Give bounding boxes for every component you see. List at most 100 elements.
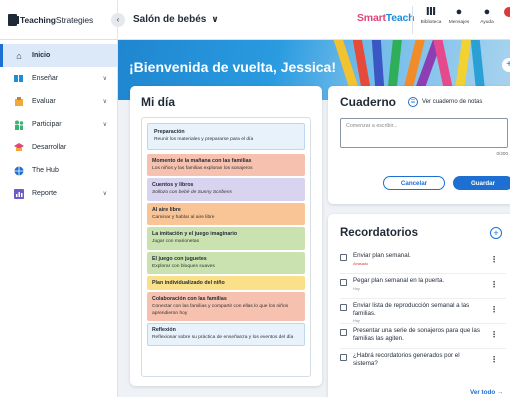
home-icon: ⌂ bbox=[16, 50, 22, 61]
add-reminder-icon[interactable]: + bbox=[490, 227, 502, 239]
my-day-title: Mi día bbox=[141, 95, 176, 109]
sidebar: ⌂ Inicio Enseñar ∨ Evaluar ∨ Participar … bbox=[0, 40, 118, 397]
library-button[interactable]: Ⅲ Biblioteca bbox=[416, 6, 446, 25]
see-all-link[interactable]: Ver todo → bbox=[470, 389, 503, 396]
messages-button[interactable]: ● Mensajes bbox=[444, 6, 474, 25]
reminder-item: Pegar plan semanal en la puerta. Hoy ⋮ bbox=[340, 274, 506, 299]
slot-description: Los niños y las familias exploran los so… bbox=[152, 165, 253, 171]
schedule-slot[interactable]: La imitación y el juego imaginario Jugar … bbox=[147, 227, 305, 250]
schedule-slot[interactable]: Plan individualizado del niño bbox=[147, 276, 305, 290]
schedule-slot[interactable]: Preparación Reunir los materiales y prepa… bbox=[147, 123, 305, 150]
view-notebook-label: Ver cuaderno de notas bbox=[422, 99, 483, 105]
slot-description: Sollozo con bebé de Sunny Scribens bbox=[152, 190, 232, 195]
reminder-item: Presentar una serie de sonajeros para qu… bbox=[340, 324, 506, 349]
sidebar-item-reporte[interactable]: Reporte ∨ bbox=[0, 182, 117, 205]
reminder-checkbox[interactable] bbox=[340, 254, 347, 261]
help-label: Ayuda bbox=[480, 20, 494, 25]
divider bbox=[412, 6, 413, 34]
schedule-slot[interactable]: Al aire libre Caminar y hablar al aire li… bbox=[147, 202, 305, 225]
help-button[interactable]: ● Ayuda bbox=[472, 6, 502, 25]
slot-description: Reunir los materiales y prepararse para … bbox=[154, 137, 254, 142]
room-name: Salón de bebés bbox=[133, 14, 207, 25]
library-label: Biblioteca bbox=[420, 20, 442, 25]
schedule-slot[interactable]: Reflexión Reflexionar sobre su práctica d… bbox=[147, 323, 305, 346]
my-day-card: Mi día Preparación Reunir los materiales … bbox=[130, 86, 322, 386]
reminder-due-label: Hoy bbox=[353, 286, 360, 291]
add-widget-icon[interactable]: + bbox=[502, 58, 510, 72]
sidebar-item-label: The Hub bbox=[32, 167, 59, 174]
notebook-card: Cuaderno ☰ Ver cuaderno de notas Comenza… bbox=[328, 86, 510, 204]
more-options-icon[interactable]: ⋮ bbox=[490, 280, 498, 289]
schedule-slot[interactable]: Colaboración con las familias Conectar co… bbox=[147, 292, 305, 321]
reminders-list: Enviar plan semanal. Atrasado ⋮ Pegar plan … bbox=[340, 249, 506, 374]
user-avatar[interactable] bbox=[504, 7, 510, 17]
develop-icon bbox=[14, 142, 24, 153]
globe-icon bbox=[14, 166, 24, 176]
chevron-down-icon: ∨ bbox=[102, 191, 107, 197]
sidebar-item-the-hub[interactable]: The Hub bbox=[0, 159, 117, 182]
notebook-title: Cuaderno bbox=[340, 95, 397, 109]
view-notebook-link[interactable]: ☰ Ver cuaderno de notas bbox=[408, 97, 482, 107]
reminder-due-label: Atrasado bbox=[353, 261, 369, 266]
top-bar: TeachingStrategies ‹ Salón de bebés ∨ Sm… bbox=[0, 0, 510, 40]
reminder-checkbox[interactable] bbox=[340, 354, 347, 361]
sidebar-item-label: Evaluar bbox=[32, 98, 56, 105]
note-input[interactable]: Comenzar a escribir... bbox=[340, 118, 508, 148]
reminder-checkbox[interactable] bbox=[340, 279, 347, 286]
sidebar-item-participar[interactable]: Participar ∨ bbox=[0, 113, 117, 136]
slot-title: La imitación y el juego imaginario bbox=[152, 231, 238, 237]
reminder-checkbox[interactable] bbox=[340, 329, 347, 336]
reminder-text-block: Presentar una serie de sonajeros para qu… bbox=[353, 327, 481, 342]
reminder-item: Enviar lista de reproducción semanal a l… bbox=[340, 299, 506, 324]
reminder-checkbox[interactable] bbox=[340, 304, 347, 311]
teaching-strategies-logo[interactable]: TeachingStrategies bbox=[0, 0, 118, 40]
chevron-down-icon: ∨ bbox=[102, 122, 107, 128]
chevron-down-icon: ∨ bbox=[211, 14, 219, 24]
reminder-text-block: ¿Habrá recordatorios generados por el si… bbox=[353, 352, 481, 367]
reminder-text: Enviar lista de reproducción semanal a l… bbox=[353, 302, 470, 317]
slot-title: Momento de la mañana con las familias bbox=[152, 157, 252, 164]
reminder-item: Enviar plan semanal. Atrasado ⋮ bbox=[340, 249, 506, 274]
reminder-text: Enviar plan semanal. bbox=[353, 252, 411, 259]
schedule-slot[interactable]: El juego con juguetes Explorar con bloque… bbox=[147, 251, 305, 274]
schedule-slot[interactable]: Momento de la mañana con las familias Los… bbox=[147, 153, 305, 176]
cancel-button[interactable]: Cancelar bbox=[383, 176, 445, 190]
room-selector[interactable]: Salón de bebés ∨ bbox=[133, 14, 219, 25]
note-placeholder: Comenzar a escribir... bbox=[346, 123, 398, 129]
smartteach-brand: SmartTeach bbox=[357, 12, 415, 24]
sidebar-item-label: Reporte bbox=[32, 190, 57, 197]
library-icon: Ⅲ bbox=[425, 6, 437, 18]
welcome-title: ¡Bienvenida de vuelta, Jessica! bbox=[129, 59, 336, 75]
slot-description: Caminar y hablar al aire libre bbox=[152, 214, 215, 220]
messages-label: Mensajes bbox=[448, 20, 470, 25]
sidebar-item-label: Enseñar bbox=[32, 75, 59, 82]
schedule-slot[interactable]: Cuentos y libros Sollozo con bebé de Sunn… bbox=[147, 178, 305, 201]
slot-description: Jugar con marionetas bbox=[152, 239, 200, 244]
notebook-icon: ☰ bbox=[408, 97, 419, 107]
reminder-text: Presentar una serie de sonajeros para qu… bbox=[353, 327, 480, 342]
sidebar-item-label: Participar bbox=[32, 121, 62, 128]
slot-title: El juego con juguetes bbox=[152, 255, 207, 262]
logo-text: TeachingStrategies bbox=[20, 14, 94, 25]
more-options-icon[interactable]: ⋮ bbox=[490, 305, 498, 314]
sidebar-item-ensenar[interactable]: Enseñar ∨ bbox=[0, 67, 117, 90]
schedule-list: Preparación Reunir los materiales y prepa… bbox=[141, 117, 311, 377]
reminder-item: ¿Habrá recordatorios generados por el si… bbox=[340, 349, 506, 374]
slot-title: Plan individualizado del niño bbox=[152, 280, 225, 286]
reminder-text: Pegar plan semanal en la puerta. bbox=[353, 277, 445, 284]
more-options-icon[interactable]: ⋮ bbox=[490, 355, 498, 364]
reminder-text-block: Pegar plan semanal en la puerta. Hoy bbox=[353, 277, 481, 293]
slot-title: Cuentos y libros bbox=[152, 182, 194, 188]
sidebar-item-evaluar[interactable]: Evaluar ∨ bbox=[0, 90, 117, 113]
sidebar-item-label: Inicio bbox=[32, 52, 51, 59]
more-options-icon[interactable]: ⋮ bbox=[490, 330, 498, 339]
collapse-sidebar-icon[interactable]: ‹ bbox=[111, 12, 125, 27]
sidebar-item-inicio[interactable]: ⌂ Inicio bbox=[0, 44, 117, 67]
slot-title: Reflexión bbox=[152, 327, 176, 333]
sidebar-item-desarrollar[interactable]: Desarrollar bbox=[0, 136, 117, 159]
reminder-text: ¿Habrá recordatorios generados por el si… bbox=[353, 352, 460, 367]
save-button[interactable]: Guardar bbox=[453, 176, 510, 190]
chevron-down-icon: ∨ bbox=[102, 76, 107, 82]
more-options-icon[interactable]: ⋮ bbox=[490, 255, 498, 264]
reminder-text-block: Enviar plan semanal. Atrasado bbox=[353, 252, 481, 268]
